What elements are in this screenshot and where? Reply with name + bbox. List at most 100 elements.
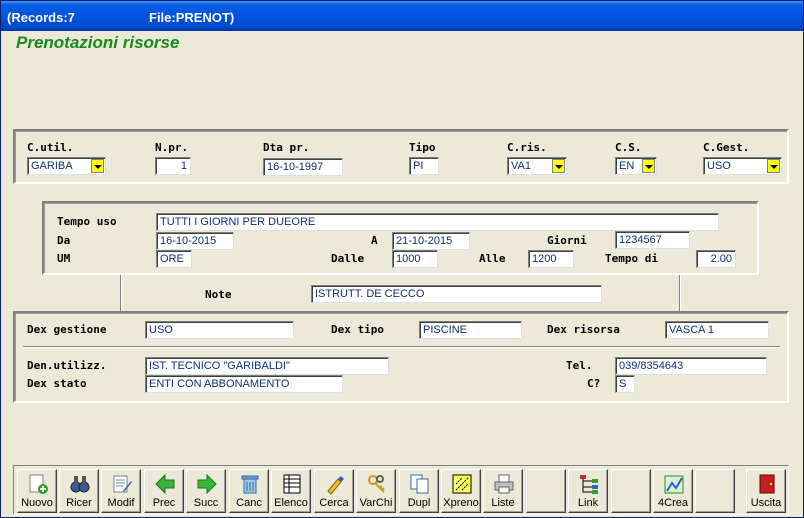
exit-door-icon	[759, 474, 775, 494]
link-tree-icon	[580, 475, 598, 494]
varchi-button[interactable]: VarChi	[356, 469, 396, 513]
modif-button[interactable]: Modif	[101, 469, 141, 513]
panel-separator	[23, 346, 780, 348]
highlighter-icon	[327, 476, 344, 495]
a-field[interactable]: 21-10-2015	[392, 232, 470, 250]
dex-tipo-field[interactable]: PISCINE	[419, 321, 522, 339]
dex-risorsa-field[interactable]: VASCA 1	[665, 321, 769, 339]
file-name: File:PRENOT)	[149, 10, 235, 25]
dex-tipo-label: Dex tipo	[331, 323, 384, 336]
dupl-label: Dupl	[407, 497, 431, 509]
elenco-button[interactable]: Elenco	[271, 469, 311, 513]
nuovo-label: Nuovo	[21, 497, 53, 509]
dupl-button[interactable]: Dupl	[399, 469, 439, 513]
canc-button[interactable]: Canc	[229, 469, 269, 513]
dalle-label: Dalle	[331, 252, 365, 265]
c-gest-dropdown-icon[interactable]	[767, 159, 780, 173]
c-s-dropdown-icon[interactable]	[642, 159, 655, 173]
note-label: Note	[205, 288, 232, 301]
um-field[interactable]: ORE	[156, 250, 192, 268]
connector-line-left	[120, 275, 122, 311]
uscita-button[interactable]: Uscita	[746, 469, 786, 513]
c-ris-field[interactable]: VA1	[507, 157, 567, 175]
succ-button[interactable]: Succ	[186, 469, 226, 513]
cerca-label: Cerca	[319, 497, 349, 509]
c-gest-field[interactable]: USO	[703, 157, 782, 175]
empty-button-1[interactable]	[526, 469, 566, 513]
search-binoculars-icon	[70, 476, 90, 493]
c-gest-value: USO	[707, 160, 731, 172]
keys-icon	[368, 475, 385, 493]
connector-line-right	[679, 275, 681, 311]
prec-button[interactable]: Prec	[144, 469, 184, 513]
a-label: A	[371, 234, 378, 247]
c-util-field[interactable]: GARIBA	[27, 157, 106, 175]
c-q-field[interactable]: S	[615, 375, 635, 393]
xpreno-button[interactable]: Xpreno	[441, 469, 481, 513]
dta-pr-field[interactable]: 16-10-1997	[263, 158, 343, 176]
list-table-icon	[283, 474, 301, 494]
dex-stato-field[interactable]: ENTI CON ABBONAMENTO	[145, 375, 343, 393]
tempo-uso-field[interactable]: TUTTI I GIORNI PER DUEORE	[156, 213, 719, 231]
tel-label: Tel.	[566, 359, 593, 372]
tempo-di-label: Tempo di	[605, 252, 658, 265]
c-ris-label: C.ris.	[507, 141, 547, 154]
trash-icon	[241, 475, 259, 494]
bottom-toolbar: Nuovo Ricer Modif Prec Succ Canc Elenco	[13, 465, 789, 515]
c-util-label: C.util.	[27, 141, 74, 154]
c-ris-dropdown-icon[interactable]	[552, 159, 565, 173]
modif-label: Modif	[107, 497, 135, 509]
nuovo-button[interactable]: Nuovo	[17, 469, 57, 513]
giorni-field[interactable]: 1234567	[615, 231, 690, 249]
booking-grid-icon	[452, 474, 472, 494]
elenco-label: Elenco	[274, 497, 308, 509]
c-s-value: EN	[619, 160, 635, 172]
den-utilizz-field[interactable]: IST. TECNICO "GARIBALDI"	[145, 357, 389, 375]
crea4-label: 4Crea	[658, 497, 688, 509]
giorni-label: Giorni	[547, 234, 587, 247]
dex-gestione-field[interactable]: USO	[145, 321, 294, 339]
c-s-field[interactable]: EN	[615, 157, 657, 175]
note-field[interactable]: ISTRUTT. DE CECCO	[311, 285, 602, 303]
tipo-field[interactable]: PI	[409, 157, 439, 175]
printer-icon	[494, 474, 514, 494]
c-util-value: GARIBA	[31, 160, 73, 172]
link-label: Link	[577, 497, 599, 509]
application-window: (Records:7 File:PRENOT) Prenotazioni ris…	[0, 0, 804, 518]
liste-button[interactable]: Liste	[483, 469, 523, 513]
title-bar[interactable]: (Records:7 File:PRENOT)	[1, 1, 803, 31]
empty-button-3[interactable]	[695, 469, 735, 513]
c-s-label: C.S.	[615, 141, 642, 154]
prec-label: Prec	[152, 497, 176, 509]
alle-field[interactable]: 1200	[528, 250, 574, 268]
empty-button-2[interactable]	[611, 469, 651, 513]
n-pr-field[interactable]: 1	[155, 157, 191, 175]
da-field[interactable]: 16-10-2015	[156, 232, 234, 250]
cerca-button[interactable]: Cerca	[314, 469, 354, 513]
new-document-icon	[29, 474, 48, 494]
c-gest-label: C.Gest.	[703, 141, 750, 154]
tel-field[interactable]: 039/8354643	[615, 357, 767, 375]
edit-document-icon	[113, 475, 132, 493]
duplicate-icon	[410, 474, 429, 494]
c-ris-value: VA1	[511, 160, 531, 172]
link-button[interactable]: Link	[568, 469, 608, 513]
ricer-button[interactable]: Ricer	[59, 469, 99, 513]
c-q-label: C?	[587, 377, 601, 390]
canc-label: Canc	[236, 497, 262, 509]
varchi-label: VarChi	[359, 497, 393, 509]
n-pr-label: N.pr.	[155, 141, 189, 154]
chart-create-icon	[664, 475, 684, 494]
um-label: UM	[57, 252, 71, 265]
dalle-field[interactable]: 1000	[392, 250, 438, 268]
booking-panel	[13, 129, 789, 184]
dex-risorsa-label: Dex risorsa	[547, 323, 620, 336]
tempo-uso-label: Tempo uso	[57, 215, 117, 228]
ricer-label: Ricer	[66, 497, 92, 509]
dex-stato-label: Dex stato	[27, 377, 87, 390]
c-util-dropdown-icon[interactable]	[91, 159, 104, 173]
arrow-right-icon	[197, 473, 217, 495]
crea4-button[interactable]: 4Crea	[653, 469, 693, 513]
den-utilizz-label: Den.utilizz.	[27, 359, 107, 372]
tempo-di-field[interactable]: 2.00	[696, 250, 736, 268]
